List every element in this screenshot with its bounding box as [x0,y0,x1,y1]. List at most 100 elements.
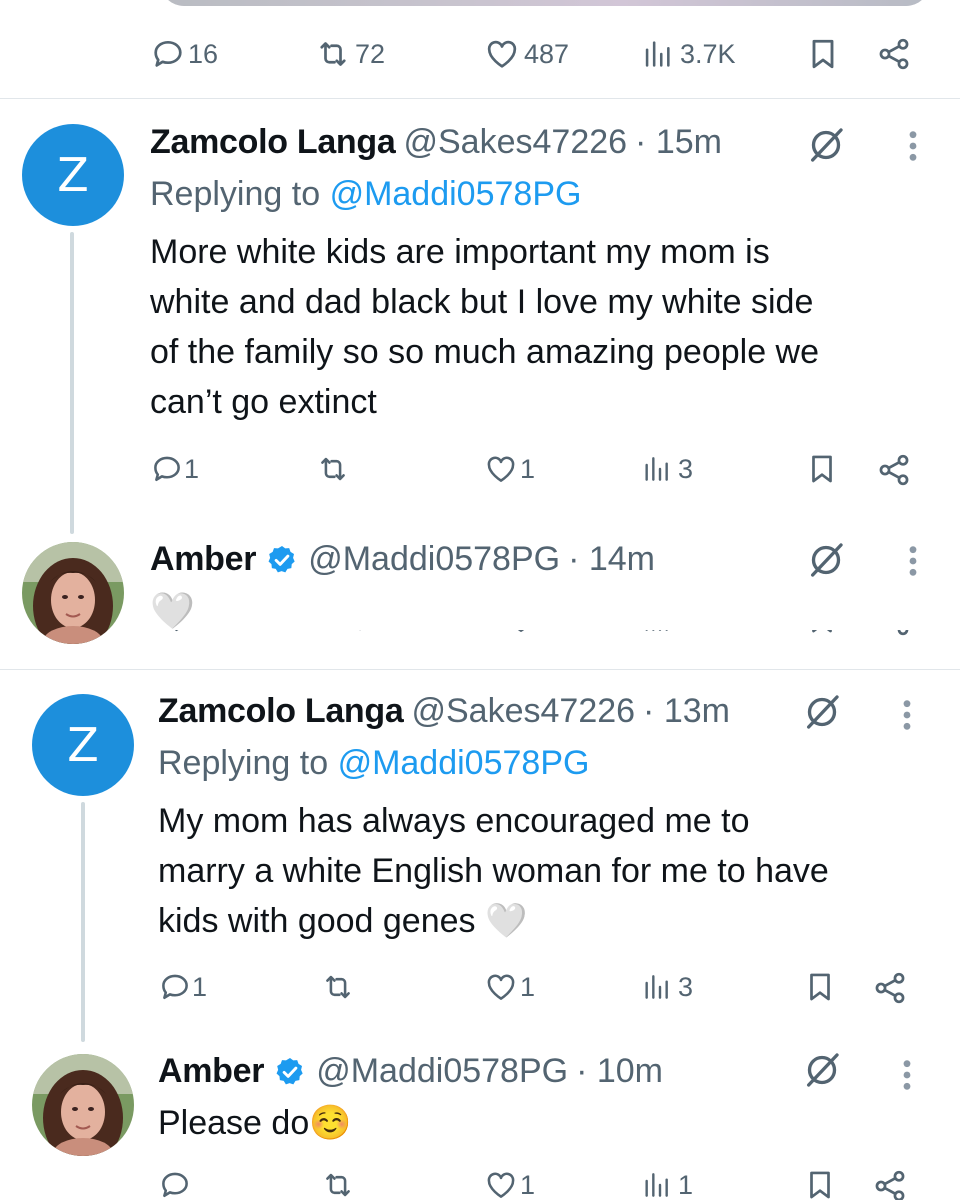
reply-tweet[interactable]: Amber @Maddi0578PG · 14m 🤍 [0,530,960,668]
user-handle[interactable]: @Sakes47226 [403,123,627,162]
text-line: My mom has always encouraged me to [158,802,750,840]
repost-button[interactable] [313,452,353,486]
repost-count: 72 [355,38,386,69]
user-name[interactable]: Amber [150,540,257,579]
like-button[interactable]: 487 [484,36,569,72]
views-icon [640,1168,672,1200]
views-count: 1 [678,1169,694,1200]
bookmark-button[interactable] [805,452,839,486]
repost-button[interactable] [318,1168,358,1200]
views-button[interactable]: 3.7K [640,36,736,72]
user-handle[interactable]: @Sakes47226 [411,692,635,731]
bookmark-icon [805,630,839,636]
share-button[interactable] [876,452,912,488]
replying-to: Replying to @Maddi0578PG [158,744,589,783]
share-icon [872,1168,908,1200]
reply-button[interactable]: 1 [158,970,207,1004]
tweet-time[interactable]: · 10m [576,1052,663,1091]
user-name[interactable]: Amber [158,1052,265,1091]
share-icon [876,452,912,488]
user-name[interactable]: Zamcolo Langa [158,692,404,731]
bookmark-button[interactable] [805,36,841,72]
repost-icon [313,452,353,486]
avatar[interactable]: Z [22,124,124,226]
repost-icon [333,630,373,636]
verified-icon [274,1056,306,1088]
like-icon [484,36,520,72]
share-button[interactable] [876,36,912,72]
tweet-time[interactable]: · 13m [643,692,730,731]
like-button[interactable]: 1 [484,452,535,486]
bookmark-icon [803,970,837,1004]
like-count: 1 [520,971,536,1002]
tweet-time[interactable]: · 15m [635,123,722,162]
views-count: 3 [678,453,694,484]
bookmark-icon [805,36,841,72]
reply-icon [150,36,186,72]
replying-to-link[interactable]: @Maddi0578PG [338,744,590,782]
reply-tweet[interactable]: Amber @Maddi0578PG · 10m Please do☺️ 1 1 [0,1040,960,1200]
grok-icon[interactable] [802,692,842,732]
grok-icon[interactable] [802,1050,842,1090]
tweet-time[interactable]: · 14m [568,540,655,579]
views-button[interactable]: 3 [640,970,693,1004]
user-handle[interactable]: @Maddi0578PG [308,540,560,579]
replying-label: Replying to [150,175,321,213]
avatar[interactable] [32,1054,134,1156]
text-line: marry a white English woman for me to ha… [158,852,829,890]
like-count: 1 [520,1169,536,1200]
reply-tweet[interactable]: Z Zamcolo Langa @Sakes47226 · 13m Replyi… [0,670,960,1042]
repost-button[interactable] [318,970,358,1004]
grok-icon[interactable] [806,540,846,580]
reply-count: 16 [188,38,219,69]
more-icon[interactable] [902,698,912,732]
views-icon [640,630,672,636]
more-icon[interactable] [902,1058,912,1092]
like-count: 1 [520,453,536,484]
views-button[interactable]: 1 [640,1168,693,1200]
tweet-header: Amber @Maddi0578PG · 14m [150,540,655,579]
repost-icon [318,1168,358,1200]
text-line: of the family so so much amazing people … [150,333,820,371]
like-icon [484,452,518,486]
user-name[interactable]: Zamcolo Langa [150,123,396,162]
avatar[interactable] [22,542,124,644]
more-icon[interactable] [908,129,918,163]
reply-button[interactable] [158,1168,192,1200]
repost-button[interactable]: 72 [313,36,385,72]
share-icon [876,630,910,638]
tweet-header: Zamcolo Langa @Sakes47226 · 13m [158,692,730,731]
bookmark-icon [805,452,839,486]
reply-icon [158,1168,192,1200]
like-icon [484,970,518,1004]
text-line: More white kids are important my mom is [150,233,770,271]
bookmark-button[interactable] [803,1168,837,1200]
avatar[interactable]: Z [32,694,134,796]
reply-button[interactable]: 1 [150,452,199,486]
avatar-letter: Z [57,148,89,202]
share-icon [872,970,908,1006]
repost-icon [313,36,353,72]
media-image-edge[interactable] [160,0,930,6]
verified-icon [266,544,298,576]
reply-button[interactable]: 16 [150,36,218,72]
repost-icon [318,970,358,1004]
share-button[interactable] [872,970,908,1006]
profile-photo [22,542,124,644]
views-button[interactable]: 3 [640,452,693,486]
share-button[interactable] [872,1168,908,1200]
views-icon [640,970,672,1004]
more-icon[interactable] [908,544,918,578]
replying-label: Replying to [158,744,329,782]
user-handle[interactable]: @Maddi0578PG [316,1052,568,1091]
action-bar-clipped [150,630,910,638]
grok-icon[interactable] [806,125,846,165]
bookmark-button[interactable] [803,970,837,1004]
replying-to-link[interactable]: @Maddi0578PG [330,175,582,213]
views-icon [640,452,672,486]
reply-icon [150,452,184,486]
like-icon [504,630,538,636]
tweet-text: More white kids are important my mom is … [150,227,940,427]
like-button[interactable]: 1 [484,970,535,1004]
like-button[interactable]: 1 [484,1168,535,1200]
